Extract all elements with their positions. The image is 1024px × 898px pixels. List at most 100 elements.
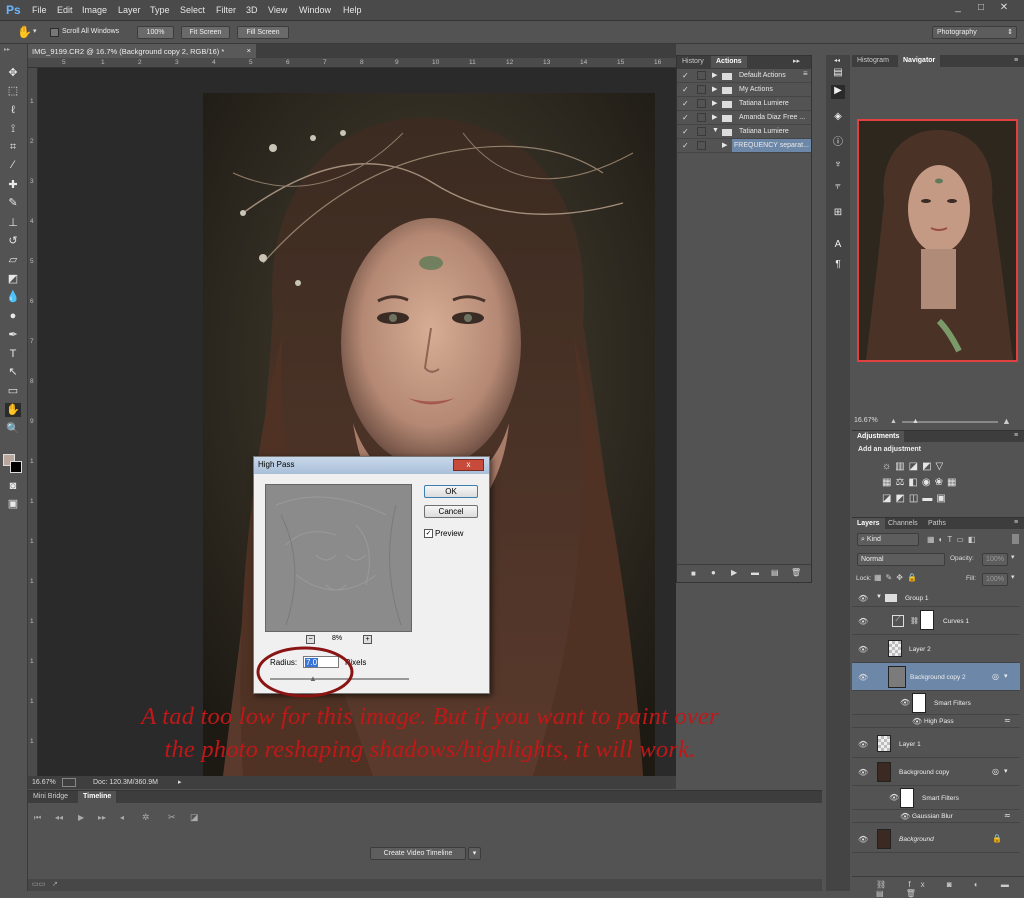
layer-background[interactable]: 👁 Background 🔒 — [852, 825, 1020, 853]
zoom-in-icon[interactable]: ▲ — [1002, 416, 1011, 426]
eye-icon[interactable]: 👁 — [858, 835, 868, 844]
menu-filter[interactable]: Filter — [216, 5, 236, 15]
collapse-triangle-icon[interactable]: ▼ — [876, 594, 882, 600]
share-icon[interactable]: ↗ — [52, 880, 58, 888]
filter-options-icon[interactable]: ≂ — [1004, 716, 1011, 725]
chevron-down-icon[interactable]: ▾ — [33, 27, 37, 35]
tab-actions[interactable]: Actions — [711, 56, 747, 68]
link-icon[interactable]: ⛓ — [910, 617, 919, 625]
zoom-100-button[interactable]: 100% — [137, 26, 174, 39]
split-icon[interactable]: ✂ — [168, 812, 176, 823]
hand-tool-icon[interactable]: ✋ — [17, 25, 32, 39]
layer-mask-thumbnail[interactable] — [920, 610, 934, 630]
hand-tool-icon[interactable]: ✋ — [5, 403, 21, 417]
filter-preview[interactable] — [265, 484, 412, 632]
gradient-tool-icon[interactable]: ◩ — [5, 272, 21, 286]
color-balance-icon[interactable]: ⚖ — [895, 477, 908, 488]
smart-filters-row[interactable]: 👁 Smart Filters — [852, 786, 1020, 810]
tab-layers[interactable]: Layers — [852, 518, 885, 530]
history-panel-icon[interactable]: ▤ — [831, 67, 845, 81]
eye-icon[interactable]: 👁 — [900, 698, 910, 707]
character-panel-icon[interactable]: A — [831, 239, 845, 253]
pen-tool-icon[interactable]: ✒ — [5, 328, 21, 342]
eye-icon[interactable]: 👁 — [858, 673, 868, 682]
gradient-map-icon[interactable]: ▬ — [922, 493, 936, 504]
blend-mode-select[interactable]: Normal — [857, 553, 945, 566]
tab-timeline[interactable]: Timeline — [78, 791, 117, 803]
paragraph-panel-icon[interactable]: ¶ — [831, 259, 845, 273]
menu-select[interactable]: Select — [180, 5, 205, 15]
zoom-out-button[interactable]: − — [306, 635, 315, 644]
tab-history[interactable]: History — [677, 56, 709, 68]
eye-icon[interactable]: 👁 — [858, 594, 868, 603]
fill-chevron-icon[interactable]: ▾ — [1011, 573, 1015, 581]
collapse-triangle-icon[interactable]: ▾ — [1004, 767, 1008, 775]
panel-menu-icon[interactable]: ≡ — [1014, 519, 1018, 526]
move-tool-icon[interactable]: ✥ — [5, 66, 21, 80]
zoom-level[interactable]: 16.67% — [32, 779, 56, 786]
ok-button[interactable]: OK — [424, 485, 478, 498]
eraser-tool-icon[interactable]: ▱ — [5, 253, 21, 267]
menu-edit[interactable]: Edit — [57, 5, 73, 15]
expand-triangle-icon[interactable]: ▶ — [712, 85, 717, 93]
action-frequency-separation[interactable]: ✓ ▶ FREQUENCY separat... — [677, 139, 811, 153]
panel-collapse-icon[interactable]: ▸▸ — [793, 57, 800, 65]
layer-filter-icons[interactable]: ▦◐T▭◧ — [927, 535, 979, 544]
layer-group-1[interactable]: 👁 ▼ Group 1 — [852, 590, 1020, 607]
opacity-input[interactable]: 100% — [982, 553, 1008, 566]
check-icon[interactable]: ✓ — [682, 127, 689, 136]
smart-filter-icon[interactable]: ◎ — [992, 767, 999, 776]
dialog-toggle[interactable] — [697, 113, 706, 122]
preview-checkbox[interactable]: ✓ — [424, 529, 433, 538]
lock-icons[interactable]: ▦✎✥🔒 — [874, 573, 921, 582]
menu-type[interactable]: Type — [150, 5, 170, 15]
exposure-icon[interactable]: ◩ — [922, 461, 935, 472]
layer-background-copy-2[interactable]: 👁 Background copy 2 ◎ ▾ — [852, 663, 1020, 691]
opacity-chevron-icon[interactable]: ▾ — [1011, 553, 1015, 561]
dialog-toggle[interactable] — [697, 141, 706, 150]
filter-mask-thumbnail[interactable] — [912, 693, 926, 713]
scroll-all-windows-checkbox[interactable] — [50, 28, 59, 37]
brush-tool-icon[interactable]: ✎ — [5, 196, 21, 210]
dodge-tool-icon[interactable]: ● — [5, 309, 21, 323]
layer-curves-1[interactable]: 👁 ⟋ ⛓ Curves 1 — [852, 607, 1020, 635]
timeline-dropdown-icon[interactable]: ▾ — [468, 847, 481, 860]
blur-tool-icon[interactable]: 💧 — [5, 290, 21, 304]
collapse-triangle-icon[interactable]: ▾ — [1004, 672, 1008, 680]
actions-panel-icon[interactable]: ▶ — [831, 85, 845, 99]
tab-adjustments[interactable]: Adjustments — [852, 431, 905, 443]
marquee-tool-icon[interactable]: ⬚ — [5, 84, 21, 98]
levels-icon[interactable]: ▥ — [895, 461, 908, 472]
dialog-toggle[interactable] — [697, 127, 706, 136]
smart-filters-row[interactable]: 👁 Smart Filters — [852, 691, 1020, 715]
brightness-icon[interactable]: ☼ — [882, 461, 895, 472]
menu-window[interactable]: Window — [299, 5, 331, 15]
background-color-swatch[interactable] — [10, 461, 22, 473]
first-frame-icon[interactable]: ⏮ — [34, 813, 41, 823]
quick-mask-icon[interactable]: ◙ — [5, 479, 21, 493]
workspace-select[interactable]: Photography ⇕ — [932, 26, 1017, 39]
check-icon[interactable]: ✓ — [682, 141, 689, 150]
expand-triangle-icon[interactable]: ▶ — [722, 141, 727, 149]
black-white-icon[interactable]: ◧ — [908, 477, 921, 488]
document-tab[interactable]: IMG_9199.CR2 @ 16.7% (Background copy 2,… — [28, 44, 256, 58]
panel-menu-icon[interactable]: ≡ — [1014, 57, 1018, 64]
check-icon[interactable]: ✓ — [682, 99, 689, 108]
expand-triangle-icon[interactable]: ▶ — [712, 113, 717, 121]
tab-mini-bridge[interactable]: Mini Bridge — [28, 791, 73, 803]
info-panel-icon[interactable]: ⓘ — [831, 133, 845, 148]
collapse-triangle-icon[interactable]: ▼ — [712, 127, 719, 134]
action-set-amanda[interactable]: ✓ ▶ Amanda Diaz Free ... — [677, 111, 811, 125]
eye-icon[interactable]: 👁 — [858, 768, 868, 777]
check-icon[interactable]: ✓ — [682, 85, 689, 94]
brush-panel-icon[interactable]: ⫧ — [831, 181, 845, 195]
dialog-close-button[interactable]: x — [453, 459, 484, 471]
fill-input[interactable]: 100% — [982, 573, 1008, 586]
properties-panel-icon[interactable]: ◈ — [831, 111, 845, 125]
action-set-tatiana-1[interactable]: ✓ ▶ Tatiana Lumiere — [677, 97, 811, 111]
trash-icon[interactable]: 🗑 — [791, 568, 801, 577]
zoom-out-icon[interactable]: ▲ — [890, 418, 897, 425]
panel-menu-icon[interactable]: ≡ — [1014, 432, 1018, 439]
minimize-icon[interactable]: _ — [950, 2, 966, 16]
expand-icon[interactable]: ◂◂ — [834, 57, 840, 64]
